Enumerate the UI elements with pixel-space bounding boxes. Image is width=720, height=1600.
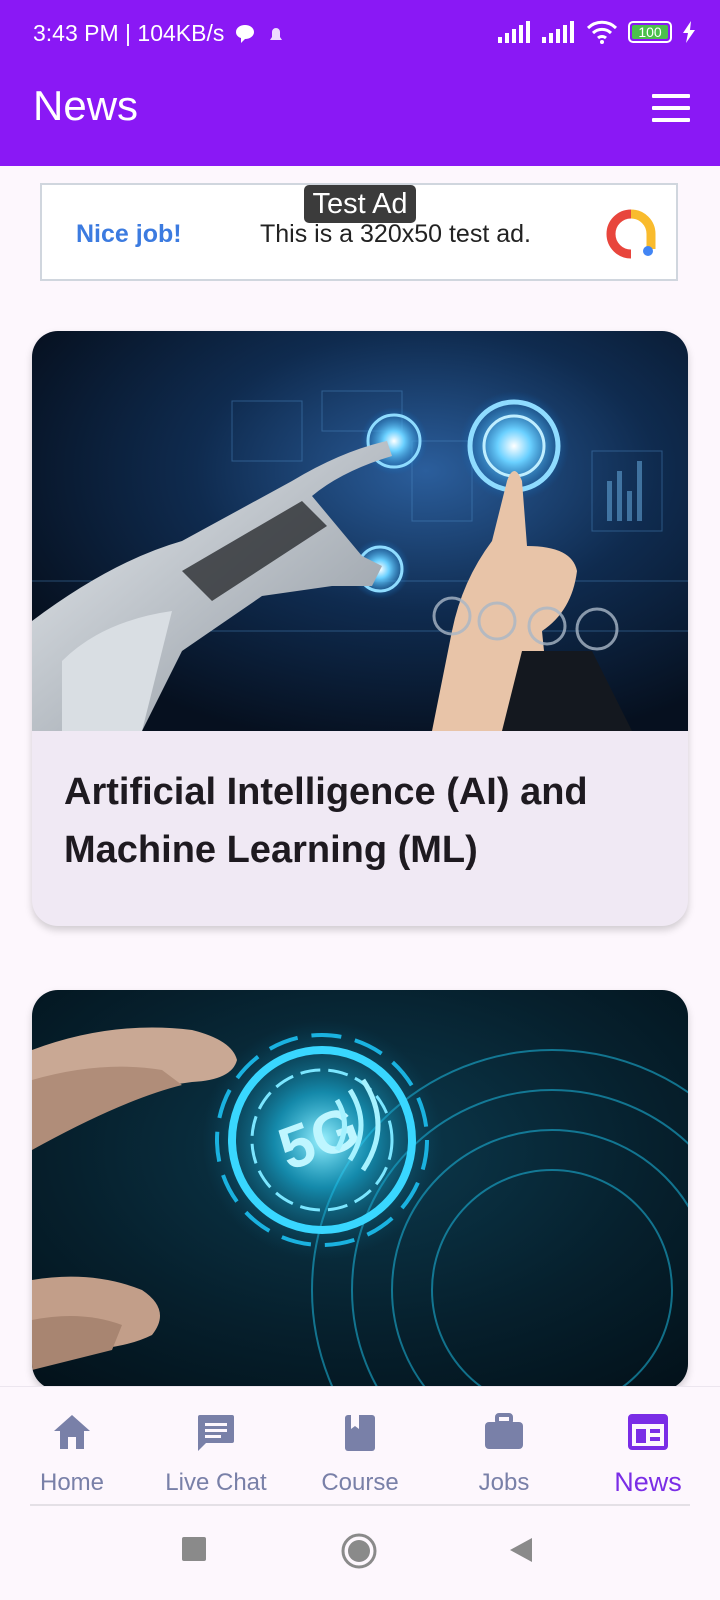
- chat-icon: [198, 1415, 234, 1451]
- nav-news-label: News: [614, 1467, 682, 1497]
- news-icon: [628, 1414, 668, 1450]
- wifi-icon: [586, 20, 618, 44]
- nav-home-label: Home: [39, 1469, 105, 1496]
- bottom-navigation: Home Live Chat Course Jobs News: [0, 1386, 720, 1505]
- nav-home[interactable]: Home: [0, 1397, 144, 1497]
- ad-nice-job: Nice job!: [76, 220, 182, 248]
- test-ad-badge: Test Ad: [304, 185, 416, 223]
- chat-bubble-icon: [236, 24, 255, 43]
- charging-icon: [683, 21, 695, 43]
- ad-message: This is a 320x50 test ad.: [260, 220, 531, 248]
- signal-icon-2: [542, 21, 574, 43]
- nav-course-label: Course: [321, 1469, 399, 1496]
- menu-icon: [652, 94, 690, 98]
- ai-robot-hand-image: [32, 331, 688, 731]
- page-title: News: [33, 82, 139, 129]
- 5g-hand-image: 5G: [32, 990, 688, 1390]
- menu-icon-line: [652, 106, 690, 110]
- menu-button[interactable]: [652, 94, 690, 122]
- nav-jobs[interactable]: Jobs: [432, 1397, 576, 1497]
- top-app-bar: 3:43 PM | 104KB/s 100 News: [0, 0, 720, 166]
- nav-jobs-label: Jobs: [478, 1469, 530, 1496]
- notification-icon: [270, 27, 283, 40]
- back-button[interactable]: [508, 1536, 534, 1564]
- news-card[interactable]: 5G: [32, 990, 688, 1390]
- menu-icon-line: [652, 118, 690, 122]
- nav-live-chat[interactable]: Live Chat: [144, 1397, 288, 1497]
- ad-logo-icon: [606, 209, 656, 259]
- recents-button[interactable]: [181, 1536, 207, 1562]
- news-card[interactable]: Artificial Intelligence (AI) and Machine…: [32, 331, 688, 926]
- book-icon: [345, 1415, 375, 1451]
- briefcase-icon: [485, 1413, 523, 1449]
- status-time-speed: 3:43 PM | 104KB/s: [33, 20, 225, 46]
- home-icon: [54, 1415, 90, 1449]
- news-card-image: 5G: [32, 990, 688, 1390]
- home-button[interactable]: [340, 1532, 378, 1570]
- nav-live-chat-label: Live Chat: [165, 1469, 267, 1496]
- status-bar-left: 3:43 PM | 104KB/s: [33, 20, 286, 47]
- news-card-title: Artificial Intelligence (AI) and Machine…: [64, 771, 588, 871]
- battery-level: 100: [638, 24, 662, 40]
- news-card-image: [32, 331, 688, 731]
- status-bar-right: 100: [498, 20, 696, 44]
- system-navigation-bar: [0, 1506, 720, 1600]
- nav-course[interactable]: Course: [288, 1397, 432, 1497]
- battery-icon: 100: [628, 21, 672, 43]
- nav-news[interactable]: News: [576, 1397, 720, 1497]
- signal-icon: [498, 21, 530, 43]
